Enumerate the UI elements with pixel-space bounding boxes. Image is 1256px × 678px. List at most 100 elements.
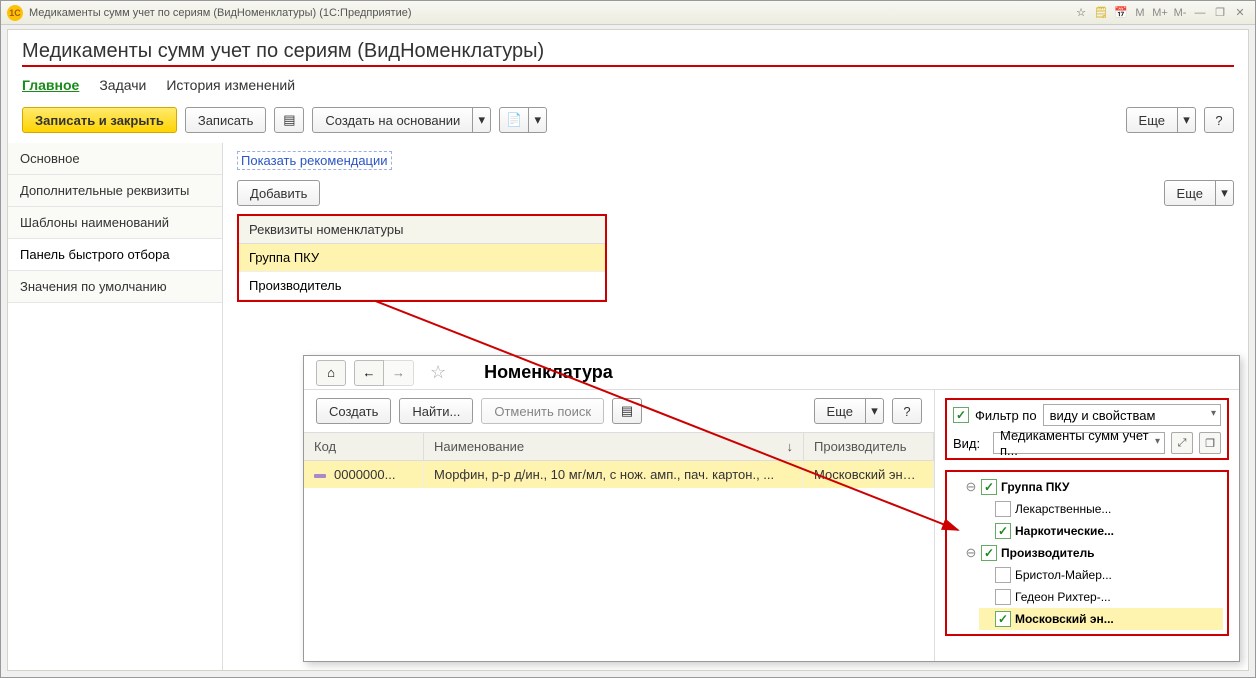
inset-table: Код Наименование ↓ Производитель 0000000… — [304, 432, 934, 661]
collapse-icon[interactable]: ⊖ — [965, 479, 977, 495]
inset-toolbar: Создать Найти... Отменить поиск ▤ Еще ▾ … — [304, 390, 934, 432]
tab-history[interactable]: История изменений — [166, 77, 295, 93]
maximize-button[interactable]: ❐ — [1211, 5, 1229, 21]
window: 1C Медикаменты сумм учет по сериям (ВидН… — [0, 0, 1256, 678]
col-code[interactable]: Код — [304, 433, 424, 460]
inset-list-button[interactable]: ▤ — [612, 398, 642, 424]
favorite-icon[interactable]: ☆ — [430, 362, 446, 383]
kind-select[interactable]: Медикаменты сумм учет п... ▾ — [993, 432, 1165, 454]
settings-button[interactable]: ▤ — [274, 107, 304, 133]
save-button[interactable]: Записать — [185, 107, 267, 133]
col-producer[interactable]: Производитель — [804, 433, 934, 460]
sidebar-item-defaults[interactable]: Значения по умолчанию — [8, 271, 222, 303]
minimize-button[interactable]: — — [1191, 5, 1209, 21]
tab-main[interactable]: Главное — [22, 77, 79, 93]
calendar-icon[interactable]: 📅 — [1113, 5, 1129, 21]
tree-item-nark[interactable]: Наркотические... — [979, 520, 1223, 542]
chevron-down-icon: ▾ — [1155, 436, 1160, 447]
tree-check-group-pku[interactable] — [981, 479, 997, 495]
tree-check-gedeon[interactable] — [995, 589, 1011, 605]
req-header: Реквизиты номенклатуры — [239, 216, 605, 244]
filter-enable-check[interactable] — [953, 407, 969, 423]
window-title: Медикаменты сумм учет по сериям (ВидНоме… — [29, 7, 412, 19]
chevron-down-icon: ▾ — [1211, 408, 1216, 419]
filter-by-select[interactable]: виду и свойствам ▾ — [1043, 404, 1221, 426]
sidebar-item-quick-filter[interactable]: Панель быстрого отбора — [8, 239, 222, 271]
filter-box: Фильтр по виду и свойствам ▾ Вид: Медика… — [945, 398, 1229, 460]
right-more-button[interactable]: Еще — [1164, 180, 1216, 206]
inset-more-dropdown[interactable]: ▾ — [866, 398, 884, 424]
create-based-button[interactable]: Создать на основании — [312, 107, 473, 133]
more-dropdown[interactable]: ▾ — [1178, 107, 1196, 133]
titlebar: 1C Медикаменты сумм учет по сериям (ВидН… — [1, 1, 1255, 25]
cell-producer: Московский эндок... — [804, 461, 934, 488]
arrow-left-icon: ← — [363, 365, 376, 380]
sidebar-item-main[interactable]: Основное — [8, 143, 222, 175]
inset-help-button[interactable]: ? — [892, 398, 922, 424]
sidebar-item-templates[interactable]: Шаблоны наименований — [8, 207, 222, 239]
right-sub-toolbar: Добавить Еще ▾ — [237, 180, 1234, 206]
filter-by-value: виду и свойствам — [1050, 408, 1156, 423]
kind-label: Вид: — [953, 436, 987, 451]
close-button[interactable]: ✕ — [1231, 5, 1249, 21]
tree-check-moscow[interactable] — [995, 611, 1011, 627]
filter-row-kind: Вид: Медикаменты сумм учет п... ▾ ⤢ ❐ — [953, 432, 1221, 454]
inset-find-button[interactable]: Найти... — [399, 398, 473, 424]
home-icon: ⌂ — [327, 365, 335, 380]
req-row-producer[interactable]: Производитель — [239, 272, 605, 300]
star-icon[interactable]: ☆ — [1073, 5, 1089, 21]
back-button[interactable]: ← — [354, 360, 384, 386]
right-more-group: Еще ▾ — [1164, 180, 1234, 206]
inset-cancel-find-button[interactable]: Отменить поиск — [481, 398, 604, 424]
more-button[interactable]: Еще — [1126, 107, 1178, 133]
req-row-group-pku[interactable]: Группа ПКУ — [239, 244, 605, 272]
col-name-label: Наименование — [434, 439, 524, 454]
collapse-icon[interactable]: ⊖ — [965, 545, 977, 561]
main-toolbar: Записать и закрыть Записать ▤ Создать на… — [8, 103, 1248, 143]
inset-more-group: Еще ▾ — [814, 398, 884, 424]
create-based-group: Создать на основании ▾ — [312, 107, 491, 133]
tree-check-bristol[interactable] — [995, 567, 1011, 583]
app-icon: 1C — [7, 5, 23, 21]
tree-item-lek[interactable]: Лекарственные... — [979, 498, 1223, 520]
tree-check-lek[interactable] — [995, 501, 1011, 517]
tree-group-pku[interactable]: ⊖ Группа ПКУ — [965, 476, 1223, 498]
filter-by-label: Фильтр по — [975, 408, 1037, 423]
filter-row-by: Фильтр по виду и свойствам ▾ — [953, 404, 1221, 426]
tree-item-moscow[interactable]: Московский эн... — [979, 608, 1223, 630]
tree-item-bristol[interactable]: Бристол-Майер... — [979, 564, 1223, 586]
calculator-icon[interactable]: 🗒 — [1093, 5, 1109, 21]
select-kind-button[interactable]: ❐ — [1199, 432, 1221, 454]
forward-button[interactable]: → — [384, 360, 414, 386]
link-recommendations[interactable]: Показать рекомендации — [237, 151, 392, 170]
tab-tasks[interactable]: Задачи — [99, 77, 146, 93]
save-close-button[interactable]: Записать и закрыть — [22, 107, 177, 133]
help-button[interactable]: ? — [1204, 107, 1234, 133]
table-row[interactable]: 0000000... Морфин, р-р д/ин., 10 мг/мл, … — [304, 461, 934, 488]
kind-value: Медикаменты сумм учет п... — [1000, 428, 1158, 458]
memory-m[interactable]: M — [1131, 5, 1149, 21]
tree-check-producer[interactable] — [981, 545, 997, 561]
col-name[interactable]: Наименование ↓ — [424, 433, 804, 460]
inset-header: ⌂ ← → ☆ Номенклатура — [304, 356, 1239, 390]
right-more-dropdown[interactable]: ▾ — [1216, 180, 1234, 206]
open-kind-button[interactable]: ⤢ — [1171, 432, 1193, 454]
home-button[interactable]: ⌂ — [316, 360, 346, 386]
create-based-dropdown[interactable]: ▾ — [473, 107, 491, 133]
sidebar-item-additional[interactable]: Дополнительные реквизиты — [8, 175, 222, 207]
sort-desc-icon: ↓ — [787, 439, 794, 454]
inset-window: ⌂ ← → ☆ Номенклатура Создать Найти... От… — [303, 355, 1240, 662]
extra-action-dropdown[interactable]: ▾ — [529, 107, 547, 133]
extra-action-group: 📄 ▾ — [499, 107, 547, 133]
extra-action-button[interactable]: 📄 — [499, 107, 529, 133]
memory-mminus[interactable]: M- — [1171, 5, 1189, 21]
tree-group-producer[interactable]: ⊖ Производитель — [965, 542, 1223, 564]
main-area: Медикаменты сумм учет по сериям (ВидНоме… — [7, 29, 1249, 671]
inset-create-button[interactable]: Создать — [316, 398, 391, 424]
memory-mplus[interactable]: M+ — [1151, 5, 1169, 21]
inset-title: Номенклатура — [484, 362, 613, 383]
inset-more-button[interactable]: Еще — [814, 398, 866, 424]
tree-check-nark[interactable] — [995, 523, 1011, 539]
tree-item-gedeon[interactable]: Гедеон Рихтер-... — [979, 586, 1223, 608]
add-button[interactable]: Добавить — [237, 180, 320, 206]
